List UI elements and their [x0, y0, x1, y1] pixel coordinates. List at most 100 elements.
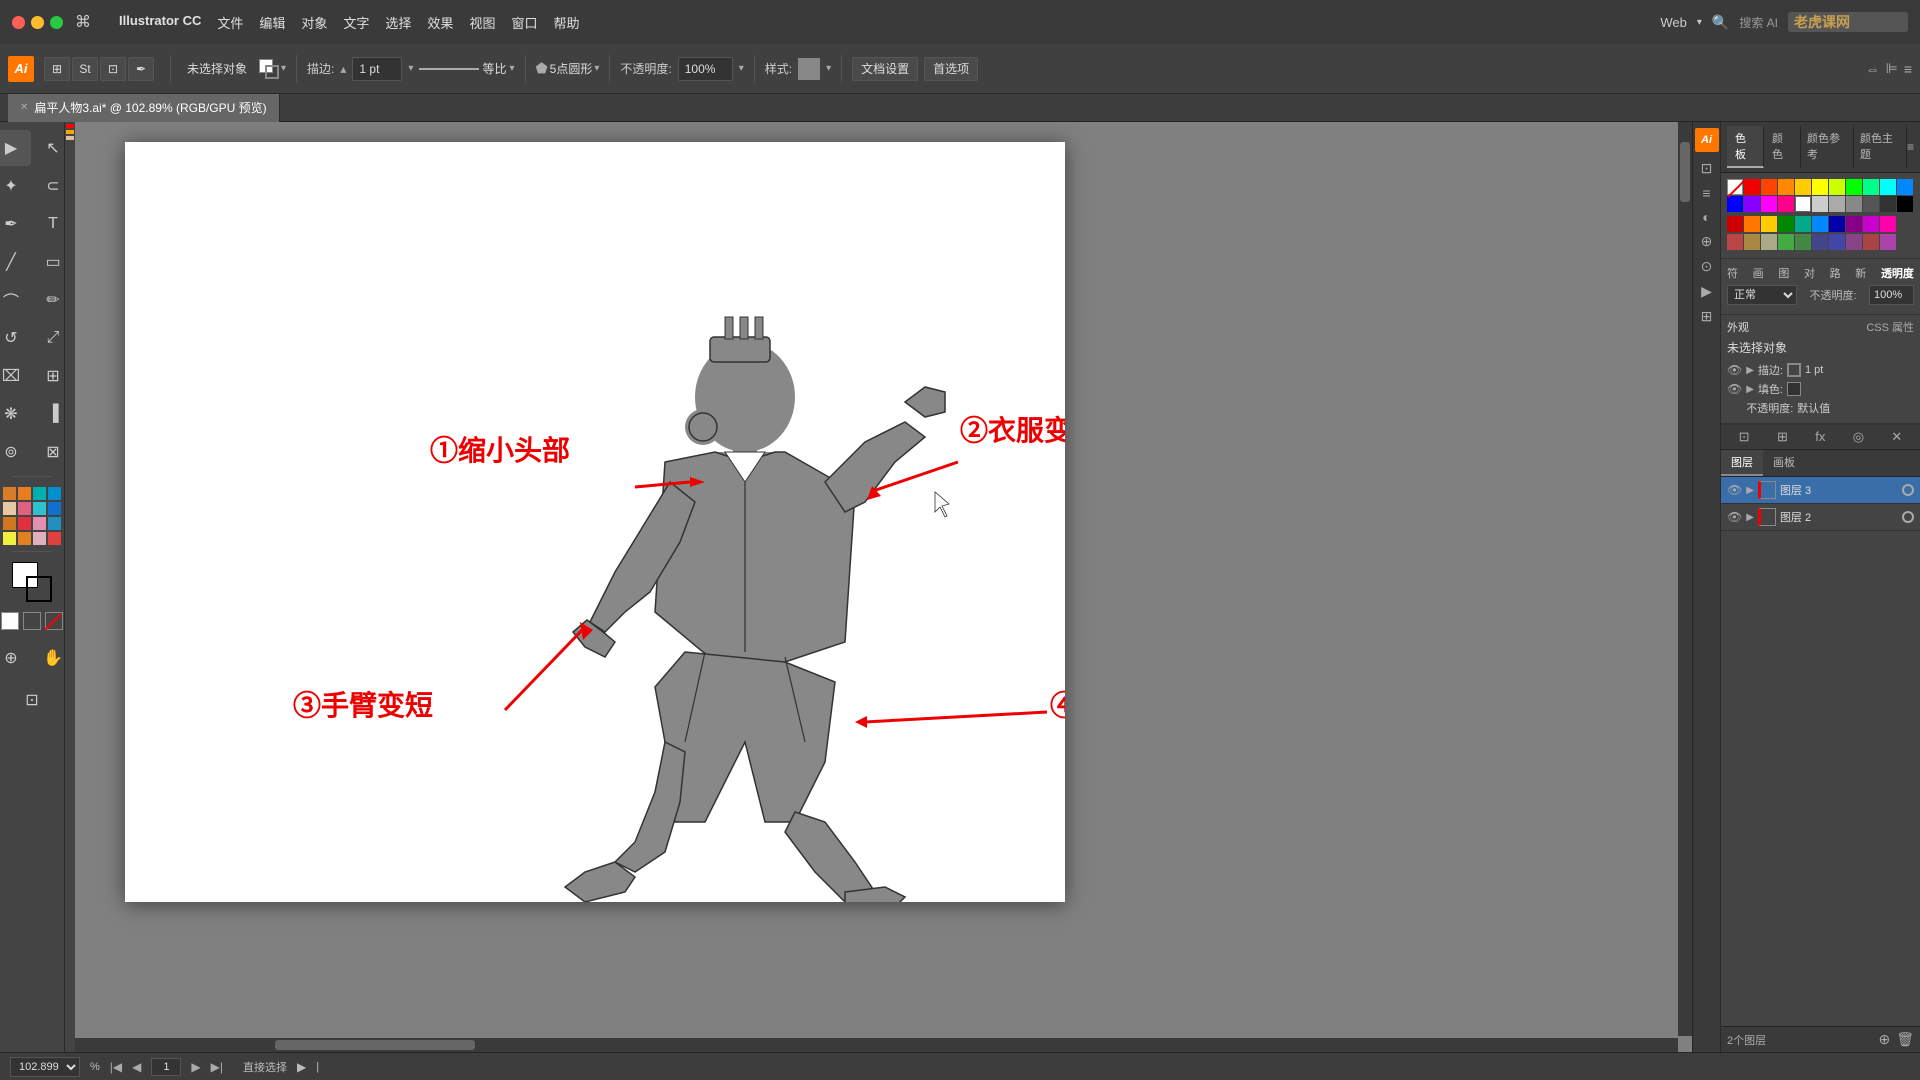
swatch-dark-gray[interactable]: [1863, 196, 1879, 212]
stroke-up-icon[interactable]: ▴: [340, 62, 346, 76]
style-preview[interactable]: [798, 58, 820, 80]
select-tool[interactable]: ▶: [0, 130, 31, 166]
menu-item-type[interactable]: 文字: [343, 13, 369, 32]
search-icon[interactable]: 🔍: [1712, 14, 1729, 31]
sym-panel-tab[interactable]: 路: [1830, 265, 1841, 281]
scale-tool[interactable]: ⤢: [33, 320, 73, 356]
vertical-scrollbar[interactable]: [1678, 122, 1692, 1036]
new-panel-tab[interactable]: 新: [1855, 265, 1866, 281]
opacity-arrow[interactable]: ▾: [739, 63, 744, 74]
swatch-medium-blue[interactable]: [1829, 234, 1845, 250]
toolbar-icon-1[interactable]: ⊞: [44, 57, 70, 81]
tab-artboards[interactable]: 画板: [1763, 450, 1805, 476]
swatch-white[interactable]: [1795, 196, 1811, 212]
layers-icon3[interactable]: fx: [1815, 429, 1825, 445]
no-fill-mode[interactable]: [45, 612, 63, 630]
tab-color-ref[interactable]: 颜色参考: [1801, 126, 1854, 168]
chevron-down-icon[interactable]: ▾: [1697, 17, 1702, 28]
preferences-button[interactable]: 首选项: [924, 57, 978, 81]
stroke-swatch[interactable]: [26, 576, 52, 602]
swatch-dark-red[interactable]: [1727, 216, 1743, 232]
stroke-color-box[interactable]: [1787, 363, 1801, 377]
menu-icon[interactable]: ≡: [1904, 61, 1912, 77]
brush-tool[interactable]: ⌒: [0, 282, 31, 318]
warp-tool[interactable]: ⌧: [0, 358, 31, 394]
swatch-green[interactable]: [1846, 179, 1862, 195]
magic-wand-tool[interactable]: ✦: [0, 168, 31, 204]
opacity-input-right[interactable]: [1869, 285, 1914, 305]
swatch-orange-med[interactable]: [1744, 216, 1760, 232]
panels-icon[interactable]: ⊫: [1886, 60, 1898, 77]
swatch-rose-bright[interactable]: [1880, 216, 1896, 232]
fill-stroke-widget[interactable]: [12, 562, 52, 602]
swatch-medium-purple[interactable]: [1846, 234, 1862, 250]
menu-item-edit[interactable]: 编辑: [259, 13, 285, 32]
layers-icon4[interactable]: ◎: [1853, 429, 1864, 445]
lasso-tool[interactable]: ⊂: [33, 168, 73, 204]
rotate-tool[interactable]: ↺: [0, 320, 31, 356]
stroke-eye-icon[interactable]: 👁: [1727, 363, 1742, 377]
fullscreen-button[interactable]: [50, 16, 63, 29]
panel-icon-unknown7[interactable]: ⊞: [1701, 308, 1713, 325]
symbol-tool[interactable]: ❋: [0, 396, 31, 432]
stroke-value-input[interactable]: [352, 57, 402, 81]
delete-layer-btn[interactable]: 🗑: [1896, 1031, 1914, 1048]
swatch-green-cyan[interactable]: [1863, 179, 1879, 195]
swatch-light-gray[interactable]: [1812, 196, 1828, 212]
swatch-muted-crimson[interactable]: [1863, 234, 1879, 250]
trans-panel-tab[interactable]: 透明度: [1881, 265, 1914, 281]
horizontal-scrollbar[interactable]: [75, 1038, 1678, 1052]
swatch-teal-bright[interactable]: [1795, 216, 1811, 232]
swatch-yellow-orange[interactable]: [1795, 179, 1811, 195]
menu-item-app[interactable]: Illustrator CC: [119, 13, 201, 32]
layer-item-2[interactable]: 👁 ▶ 图层 2: [1721, 504, 1920, 531]
swatch-slate-blue[interactable]: [1812, 234, 1828, 250]
bar-graph-tool[interactable]: ▐: [33, 396, 73, 432]
swatch-teal[interactable]: [33, 487, 46, 500]
fill-eye-icon[interactable]: 👁: [1727, 382, 1742, 396]
gradient-mode[interactable]: [23, 612, 41, 630]
toolbar-icon-2[interactable]: St: [72, 57, 98, 81]
swatch-blue[interactable]: [48, 487, 61, 500]
reshape-tool[interactable]: ⊚: [0, 434, 31, 470]
layer2-expand[interactable]: ▶: [1746, 512, 1754, 523]
swatch-blue3[interactable]: [48, 517, 61, 530]
hand-tool[interactable]: ✋: [33, 640, 73, 676]
stroke-type-selector[interactable]: 等比 ▾: [419, 60, 514, 77]
swatch-azure[interactable]: [1812, 216, 1828, 232]
panel-icon-unknown3[interactable]: ◐: [1702, 209, 1710, 225]
swatch-black[interactable]: [1897, 196, 1913, 212]
swatch-amber[interactable]: [18, 532, 31, 545]
tab-color-theme[interactable]: 颜色主题: [1854, 126, 1907, 168]
layer3-eye[interactable]: 👁: [1727, 483, 1742, 497]
swatch-cyan[interactable]: [1880, 179, 1896, 195]
pen-tool[interactable]: ✒: [0, 206, 31, 242]
panel-menu-icon[interactable]: ≡: [1907, 140, 1914, 154]
swatch-blue2[interactable]: [48, 502, 61, 515]
swatch-medium-green[interactable]: [1778, 234, 1794, 250]
menu-item-object[interactable]: 对象: [301, 13, 327, 32]
workspace-selector[interactable]: Web: [1660, 15, 1687, 30]
toolbar-icon-3[interactable]: ⊡: [100, 57, 126, 81]
close-button[interactable]: [12, 16, 25, 29]
swatch-mid-gray[interactable]: [1829, 196, 1845, 212]
line-tool[interactable]: ╱: [0, 244, 31, 280]
swatch-darker-gray[interactable]: [1880, 196, 1896, 212]
tab-color[interactable]: 颜色: [1764, 126, 1801, 168]
first-page-btn[interactable]: |◀: [110, 1060, 122, 1074]
swatch-cyan[interactable]: [33, 502, 46, 515]
paint-panel-tab[interactable]: 画: [1753, 265, 1764, 281]
swatch-sky-blue[interactable]: [1897, 179, 1913, 195]
layers-icon1[interactable]: ⊡: [1739, 429, 1750, 445]
graph-tool[interactable]: ⊞: [33, 358, 73, 394]
style-arrow[interactable]: ▾: [826, 63, 831, 74]
no-color-swatch[interactable]: [1727, 179, 1743, 195]
swatch-pink[interactable]: [18, 502, 31, 515]
zoom-tool[interactable]: ⊕: [0, 640, 31, 676]
swatch-red1[interactable]: [1744, 179, 1760, 195]
direct-select-tool[interactable]: ↖: [33, 130, 73, 166]
swatch-khaki[interactable]: [1761, 234, 1777, 250]
canvas-area[interactable]: ①缩小头部 ②衣服变宽大 ③手臂变短: [75, 122, 1692, 1052]
layers-icon2[interactable]: ⊞: [1777, 429, 1788, 445]
swatch-muted-red[interactable]: [1727, 234, 1743, 250]
